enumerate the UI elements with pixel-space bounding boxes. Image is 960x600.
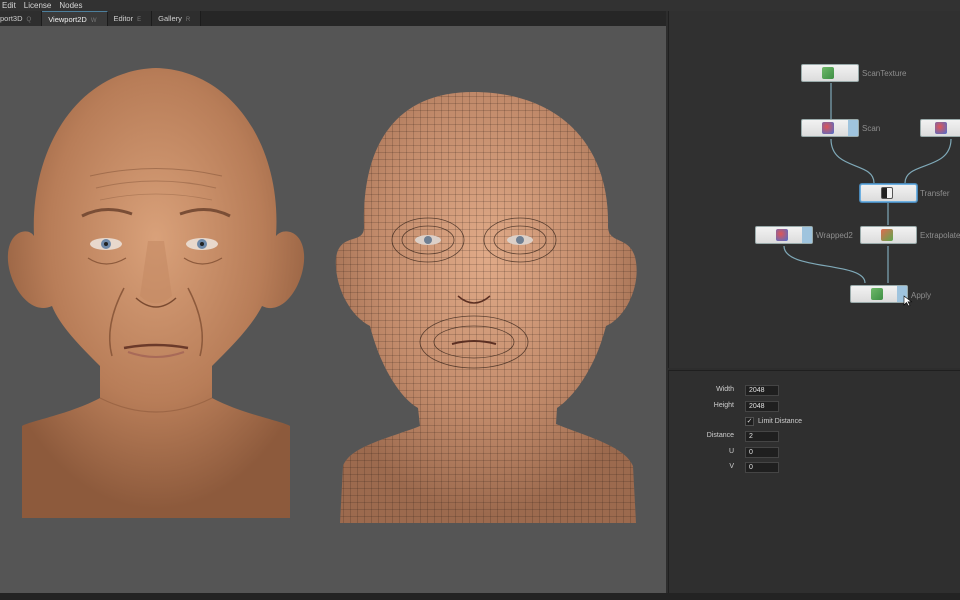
- node-offscreen[interactable]: [920, 119, 960, 137]
- head-mesh: [335, 92, 637, 523]
- tab-bar: port3D Q Viewport2D W Editor E Gallery R: [0, 11, 666, 26]
- cursor-icon: [903, 295, 913, 307]
- tab-viewport3d[interactable]: port3D Q: [0, 11, 43, 26]
- distance-label: Distance: [706, 432, 734, 439]
- node-label-scantexture: ScanTexture: [862, 69, 907, 78]
- tab-label: Viewport2D: [48, 15, 87, 24]
- u-field[interactable]: 0: [745, 447, 779, 458]
- shield-icon: [822, 122, 834, 134]
- distance-field[interactable]: 2: [745, 431, 779, 442]
- node-scantexture[interactable]: [801, 64, 859, 82]
- node-extrapolate[interactable]: [860, 226, 917, 244]
- limit-distance-label: Limit Distance: [758, 418, 802, 425]
- height-label: Height: [713, 402, 734, 409]
- node-scan[interactable]: [801, 119, 859, 137]
- tab-label: Gallery: [158, 14, 182, 23]
- viewport-2d[interactable]: [0, 26, 666, 593]
- node-wrapped2[interactable]: [755, 226, 813, 244]
- node-apply[interactable]: [850, 285, 908, 303]
- wrap-icon: [776, 229, 788, 241]
- node-label-wrapped2: Wrapped2: [816, 231, 853, 240]
- image-icon: [880, 229, 893, 241]
- status-strip: [0, 593, 960, 600]
- width-field[interactable]: 2048: [745, 385, 779, 396]
- menu-license[interactable]: License: [22, 0, 58, 11]
- viewport-canvas: [7, 68, 637, 523]
- node-label-apply: Apply: [911, 291, 932, 300]
- tab-shortcut: W: [90, 18, 97, 24]
- node-label-extrapolate: Extrapolate: [920, 231, 960, 240]
- tab-gallery[interactable]: Gallery R: [152, 11, 202, 26]
- menu-nodes[interactable]: Nodes: [57, 0, 88, 11]
- v-label: V: [729, 463, 734, 470]
- menu-edit[interactable]: Edit: [0, 0, 22, 11]
- node-transfer[interactable]: [860, 184, 917, 202]
- tab-label: port3D: [0, 14, 23, 23]
- tab-shortcut: Q: [26, 17, 32, 23]
- node-graph-panel[interactable]: ScanTexture Scan Transfer Wrapped2 Extra…: [668, 11, 960, 368]
- tab-shortcut: E: [137, 17, 142, 23]
- node-label-scan: Scan: [862, 124, 881, 133]
- node-side-tab: [802, 227, 812, 243]
- tab-viewport2d[interactable]: Viewport2D W: [42, 11, 108, 26]
- tab-label: Editor: [113, 14, 134, 23]
- width-label: Width: [716, 386, 734, 393]
- height-field[interactable]: 2048: [745, 401, 779, 412]
- v-field[interactable]: 0: [745, 462, 779, 473]
- tab-editor[interactable]: Editor E: [107, 11, 153, 26]
- u-label: U: [728, 448, 734, 455]
- tab-shortcut: R: [185, 17, 191, 23]
- image-icon: [822, 67, 834, 79]
- properties-panel: Width 2048 Height 2048 ✓ Limit Distance …: [668, 370, 960, 593]
- app-window: Edit License Nodes port3D Q Viewport2D W E…: [0, 0, 960, 600]
- transfer-icon: [880, 187, 893, 199]
- head-photo: [7, 68, 305, 518]
- shield-icon: [934, 122, 947, 134]
- menu-bar: Edit License Nodes: [0, 0, 960, 11]
- node-label-transfer: Transfer: [920, 189, 950, 198]
- node-side-tab: [848, 120, 858, 136]
- image-icon: [871, 288, 883, 300]
- limit-distance-checkbox[interactable]: ✓: [745, 417, 754, 426]
